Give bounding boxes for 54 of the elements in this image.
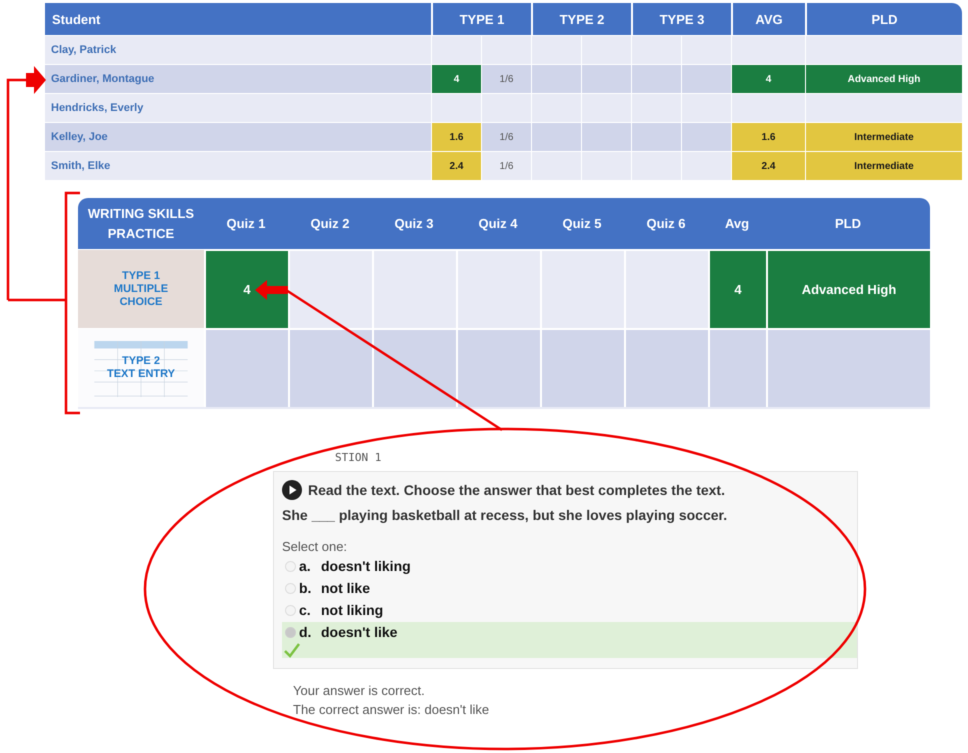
checkmark-icon <box>284 642 300 658</box>
question-instruction: Read the text. Choose the answer that best completes the text. <box>308 482 725 498</box>
student-name-link[interactable]: Smith, Elke <box>45 151 431 180</box>
column-header: Quiz 3 <box>393 214 434 232</box>
score-cell: 1.6 <box>431 122 481 151</box>
count-cell: 1/6 <box>481 151 531 180</box>
question-heading: STION 1 <box>335 451 382 466</box>
column-header: Quiz 2 <box>309 214 350 232</box>
table-title: WRITING SKILLS PRACTICE <box>86 204 196 242</box>
score-cell: 2.4 <box>431 151 481 180</box>
column-header: Quiz 1 <box>225 214 266 232</box>
radio-button[interactable] <box>285 582 296 594</box>
score-cell: 4 <box>431 64 481 93</box>
answer-option[interactable]: c. not liking <box>282 600 857 620</box>
option-letter: d. <box>299 624 312 640</box>
average-cell: 1.6 <box>731 122 805 151</box>
score-cell: 4 <box>204 249 288 328</box>
row-label: TYPE 2 TEXT ENTRY <box>106 355 176 381</box>
option-letter: b. <box>299 580 312 596</box>
pld-cell: Advanced High <box>766 249 930 328</box>
radio-button[interactable] <box>285 604 296 616</box>
option-letter: a. <box>299 558 312 574</box>
radio-button[interactable] <box>285 560 296 572</box>
column-header: PLD <box>834 214 862 232</box>
row-label: TYPE 1 MULTIPLE CHOICE <box>114 270 168 308</box>
student-name-link[interactable]: Gardiner, Montague <box>45 64 431 93</box>
count-cell: 1/6 <box>481 122 531 151</box>
column-header: Student <box>51 10 102 28</box>
option-text: doesn't like <box>321 624 398 640</box>
option-text: not like <box>321 580 370 596</box>
pld-cell: Advanced High <box>805 64 962 93</box>
select-prompt: Select one: <box>282 539 348 554</box>
column-header: Avg <box>724 214 750 233</box>
pld-cell: Intermediate <box>805 122 962 151</box>
average-cell: 2.4 <box>731 151 805 180</box>
pld-cell: Intermediate <box>805 151 962 180</box>
answer-option[interactable]: b. not like <box>282 578 857 598</box>
count-cell: 1/6 <box>481 64 531 93</box>
column-header: Quiz 4 <box>477 214 518 232</box>
column-header: Quiz 6 <box>645 214 686 232</box>
option-letter: c. <box>299 602 312 618</box>
option-text: doesn't liking <box>321 558 411 574</box>
average-cell: 4 <box>708 249 766 328</box>
column-header: Quiz 5 <box>561 214 602 232</box>
question-text: She ___ playing basketball at recess, but she loves playing soccer. <box>282 507 728 523</box>
play-icon[interactable] <box>282 480 302 500</box>
correct-answer-option[interactable]: d. doesn't like <box>282 622 857 658</box>
average-cell: 4 <box>731 64 805 93</box>
student-name-link[interactable]: Kelley, Joe <box>45 122 431 151</box>
option-text: not liking <box>321 602 384 618</box>
radio-button[interactable] <box>285 626 296 638</box>
feedback-text: Your answer is correct. <box>293 682 426 700</box>
feedback-text: The correct answer is: doesn't like <box>293 701 490 719</box>
answer-option[interactable]: a. doesn't liking <box>282 556 857 576</box>
